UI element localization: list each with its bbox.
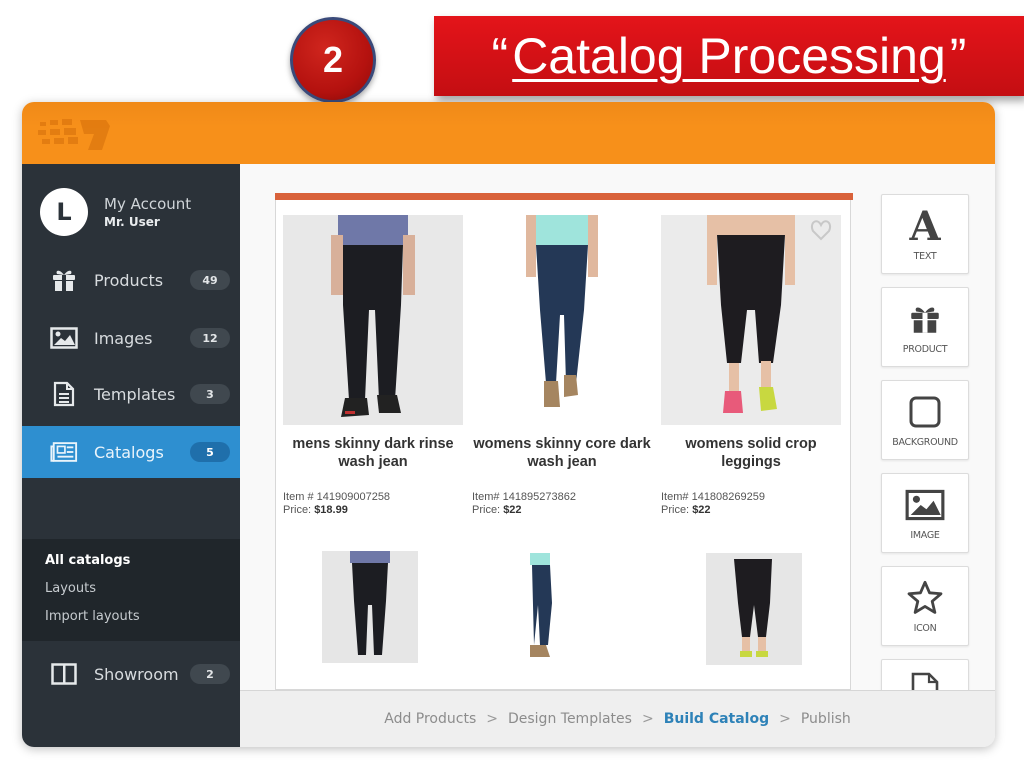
sidebar-item-label: Products — [94, 270, 164, 290]
star-icon — [882, 579, 968, 617]
logo-icon[interactable] — [36, 114, 116, 154]
count-badge: 3 — [190, 384, 230, 404]
wizard-step-build-catalog[interactable]: Build Catalog — [662, 711, 771, 727]
product-image[interactable] — [472, 215, 652, 425]
close-quote: ” — [949, 28, 967, 84]
submenu-item-layouts[interactable]: Layouts — [45, 581, 96, 596]
sidebar: L My Account Mr. User Products 49 Images… — [22, 164, 240, 747]
chevron-right-icon: > — [641, 711, 654, 727]
catalog-canvas: mens skinny dark rinse wash jean Item # … — [240, 164, 995, 699]
item-number: 141895273862 — [502, 491, 576, 503]
avatar[interactable]: L — [40, 188, 88, 236]
app-window: L My Account Mr. User Products 49 Images… — [22, 102, 995, 747]
account-user-name: Mr. User — [104, 215, 160, 229]
product-card[interactable]: womens solid crop leggings Item# 1418082… — [661, 215, 841, 517]
item-number: 141808269259 — [691, 491, 765, 503]
product-meta: Item# 141808269259 Price: $22 — [661, 491, 841, 517]
sidebar-item-label: Showroom — [94, 664, 179, 684]
price-label: Price: — [661, 504, 690, 516]
submenu-item-import-layouts[interactable]: Import layouts — [45, 609, 140, 624]
slide-title-banner: “Catalog Processing” — [434, 16, 1024, 96]
slide-title: Catalog Processing — [512, 28, 946, 84]
gift-icon — [882, 300, 968, 338]
sidebar-item-images[interactable]: Images 12 — [22, 312, 240, 364]
top-bar — [22, 102, 995, 164]
item-label: Item# — [472, 491, 500, 503]
catalog-icon — [50, 438, 78, 466]
wizard-breadcrumb: Add Products > Design Templates > Build … — [240, 690, 995, 747]
count-badge: 5 — [190, 442, 230, 462]
product-meta: Item# 141895273862 Price: $22 — [472, 491, 652, 517]
tool-label: BACKGROUND — [892, 437, 958, 448]
sidebar-item-label: Images — [94, 328, 153, 348]
sidebar-item-products[interactable]: Products 49 — [22, 254, 240, 306]
image-icon — [50, 324, 78, 352]
product-price: $18.99 — [314, 504, 348, 516]
page-header-bar — [275, 193, 853, 200]
document-icon — [50, 380, 78, 408]
product-card[interactable]: mens skinny dark rinse wash jean Item # … — [283, 215, 463, 517]
chevron-right-icon: > — [779, 711, 791, 727]
tool-label: ICON — [913, 623, 937, 634]
count-badge: 12 — [190, 328, 230, 348]
catalogs-submenu: All catalogs Layouts Import layouts — [22, 539, 240, 641]
product-price: $22 — [503, 504, 522, 516]
product-card[interactable]: womens skinny core dark wash jean Item# … — [472, 215, 652, 517]
image-icon — [882, 486, 968, 524]
tool-label: PRODUCT — [902, 344, 948, 355]
item-label: Item # — [283, 491, 314, 503]
item-number: 141909007258 — [316, 491, 391, 503]
open-quote: “ — [491, 28, 509, 84]
gift-icon — [50, 266, 78, 294]
price-label: Price: — [283, 504, 312, 516]
sidebar-item-catalogs[interactable]: Catalogs 5 — [22, 426, 240, 478]
count-badge: 49 — [190, 270, 230, 290]
step-number-badge: 2 — [290, 17, 376, 103]
wizard-step-publish[interactable]: Publish — [799, 711, 853, 727]
tool-label: IMAGE — [910, 530, 940, 541]
item-label: Item# — [661, 491, 689, 503]
sidebar-item-templates[interactable]: Templates 3 — [22, 368, 240, 420]
product-meta: Item # 141909007258 Price: $18.99 — [283, 491, 463, 517]
catalog-page[interactable]: mens skinny dark rinse wash jean Item # … — [275, 193, 853, 690]
tool-label: TEXT — [913, 251, 937, 262]
account-menu[interactable]: L My Account Mr. User — [40, 188, 191, 236]
product-thumbnail[interactable] — [516, 553, 564, 665]
product-image[interactable] — [283, 215, 463, 425]
product-thumbnail[interactable] — [706, 553, 802, 665]
sidebar-item-label: Catalogs — [94, 442, 164, 462]
submenu-item-all-catalogs[interactable]: All catalogs — [45, 553, 130, 568]
tool-text-button[interactable]: A TEXT — [881, 194, 969, 274]
wizard-step-design-templates[interactable]: Design Templates — [506, 711, 634, 727]
product-image[interactable] — [661, 215, 841, 425]
product-name: mens skinny dark rinse wash jean — [292, 436, 454, 470]
tool-background-button[interactable]: BACKGROUND — [881, 380, 969, 460]
tool-icon-button[interactable]: ICON — [881, 566, 969, 646]
price-label: Price: — [472, 504, 501, 516]
product-name: womens solid crop leggings — [685, 436, 817, 470]
chevron-right-icon: > — [486, 711, 498, 727]
product-price: $22 — [692, 504, 711, 516]
square-icon — [882, 393, 968, 431]
account-title: My Account — [104, 195, 192, 213]
product-thumbnail[interactable] — [322, 551, 418, 663]
wizard-step-add-products[interactable]: Add Products — [382, 711, 478, 727]
sidebar-item-showroom[interactable]: Showroom 2 — [22, 648, 240, 700]
tool-product-button[interactable]: PRODUCT — [881, 287, 969, 367]
count-badge: 2 — [190, 664, 230, 684]
tool-image-button[interactable]: IMAGE — [881, 473, 969, 553]
sidebar-item-label: Templates — [94, 384, 176, 404]
columns-icon — [50, 660, 78, 688]
text-icon: A — [909, 202, 941, 250]
product-name: womens skinny core dark wash jean — [473, 436, 651, 470]
